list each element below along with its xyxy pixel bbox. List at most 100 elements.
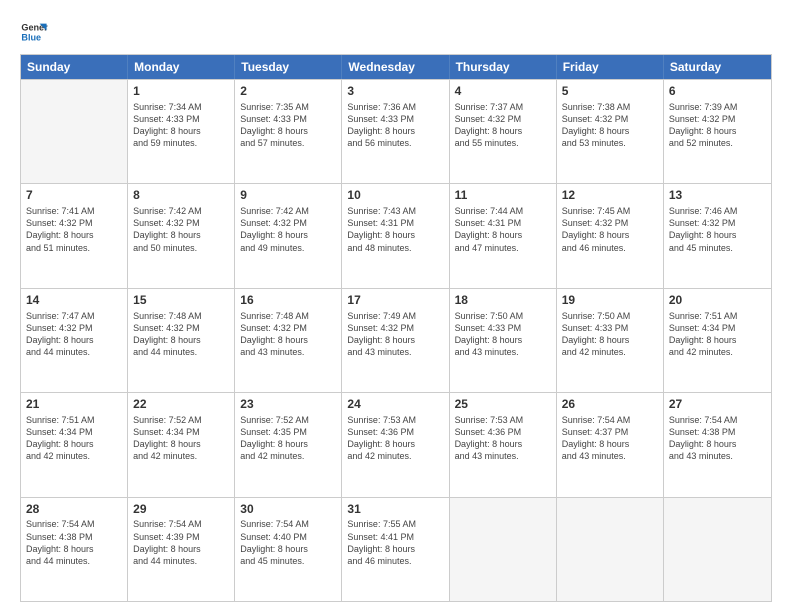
cell-info-line: Sunset: 4:35 PM [240, 426, 336, 438]
calendar-cell: 13Sunrise: 7:46 AMSunset: 4:32 PMDayligh… [664, 184, 771, 287]
cell-info-line: and 48 minutes. [347, 242, 443, 254]
header-day: Thursday [450, 55, 557, 79]
calendar-cell: 28Sunrise: 7:54 AMSunset: 4:38 PMDayligh… [21, 498, 128, 601]
cell-info-line: Daylight: 8 hours [669, 438, 766, 450]
cell-info-line: and 43 minutes. [669, 450, 766, 462]
cell-info-line: Sunset: 4:33 PM [240, 113, 336, 125]
svg-text:Blue: Blue [21, 32, 41, 42]
cell-info-line: Sunrise: 7:51 AM [669, 310, 766, 322]
cell-info-line: Daylight: 8 hours [562, 125, 658, 137]
cell-info-line: Sunrise: 7:47 AM [26, 310, 122, 322]
cell-info-line: Sunrise: 7:55 AM [347, 518, 443, 530]
day-number: 17 [347, 292, 443, 309]
cell-info-line: Sunrise: 7:54 AM [669, 414, 766, 426]
day-number: 27 [669, 396, 766, 413]
cell-info-line: and 44 minutes. [26, 555, 122, 567]
cell-info-line: Sunset: 4:32 PM [562, 217, 658, 229]
calendar-cell: 8Sunrise: 7:42 AMSunset: 4:32 PMDaylight… [128, 184, 235, 287]
cell-info-line: Sunset: 4:33 PM [133, 113, 229, 125]
calendar-cell: 22Sunrise: 7:52 AMSunset: 4:34 PMDayligh… [128, 393, 235, 496]
day-number: 7 [26, 187, 122, 204]
calendar-cell: 24Sunrise: 7:53 AMSunset: 4:36 PMDayligh… [342, 393, 449, 496]
calendar-cell [21, 80, 128, 183]
cell-info-line: and 52 minutes. [669, 137, 766, 149]
day-number: 29 [133, 501, 229, 518]
logo: General Blue [20, 18, 48, 46]
day-number: 14 [26, 292, 122, 309]
cell-info-line: Daylight: 8 hours [562, 229, 658, 241]
cell-info-line: Sunset: 4:32 PM [347, 322, 443, 334]
day-number: 24 [347, 396, 443, 413]
calendar-row: 1Sunrise: 7:34 AMSunset: 4:33 PMDaylight… [21, 79, 771, 183]
day-number: 16 [240, 292, 336, 309]
calendar-cell: 2Sunrise: 7:35 AMSunset: 4:33 PMDaylight… [235, 80, 342, 183]
cell-info-line: Daylight: 8 hours [669, 229, 766, 241]
cell-info-line: and 53 minutes. [562, 137, 658, 149]
cell-info-line: and 42 minutes. [347, 450, 443, 462]
cell-info-line: Daylight: 8 hours [455, 229, 551, 241]
cell-info-line: Sunrise: 7:39 AM [669, 101, 766, 113]
calendar-cell: 15Sunrise: 7:48 AMSunset: 4:32 PMDayligh… [128, 289, 235, 392]
calendar-body: 1Sunrise: 7:34 AMSunset: 4:33 PMDaylight… [21, 79, 771, 601]
cell-info-line: Sunset: 4:32 PM [26, 217, 122, 229]
calendar-cell: 23Sunrise: 7:52 AMSunset: 4:35 PMDayligh… [235, 393, 342, 496]
calendar-cell: 10Sunrise: 7:43 AMSunset: 4:31 PMDayligh… [342, 184, 449, 287]
cell-info-line: and 55 minutes. [455, 137, 551, 149]
cell-info-line: Daylight: 8 hours [562, 334, 658, 346]
calendar: SundayMondayTuesdayWednesdayThursdayFrid… [20, 54, 772, 602]
cell-info-line: and 46 minutes. [347, 555, 443, 567]
cell-info-line: Daylight: 8 hours [669, 334, 766, 346]
cell-info-line: Daylight: 8 hours [455, 334, 551, 346]
cell-info-line: Sunrise: 7:48 AM [133, 310, 229, 322]
cell-info-line: and 45 minutes. [240, 555, 336, 567]
calendar-cell: 11Sunrise: 7:44 AMSunset: 4:31 PMDayligh… [450, 184, 557, 287]
cell-info-line: Daylight: 8 hours [133, 125, 229, 137]
header-day: Friday [557, 55, 664, 79]
page: General Blue SundayMondayTuesdayWednesda… [0, 0, 792, 612]
cell-info-line: Sunrise: 7:44 AM [455, 205, 551, 217]
day-number: 4 [455, 83, 551, 100]
cell-info-line: and 42 minutes. [240, 450, 336, 462]
cell-info-line: Sunset: 4:36 PM [455, 426, 551, 438]
calendar-cell: 25Sunrise: 7:53 AMSunset: 4:36 PMDayligh… [450, 393, 557, 496]
cell-info-line: Daylight: 8 hours [133, 438, 229, 450]
cell-info-line: Daylight: 8 hours [455, 438, 551, 450]
cell-info-line: and 51 minutes. [26, 242, 122, 254]
day-number: 1 [133, 83, 229, 100]
calendar-cell: 4Sunrise: 7:37 AMSunset: 4:32 PMDaylight… [450, 80, 557, 183]
cell-info-line: Sunrise: 7:42 AM [240, 205, 336, 217]
cell-info-line: Sunrise: 7:45 AM [562, 205, 658, 217]
cell-info-line: Sunset: 4:32 PM [669, 217, 766, 229]
cell-info-line: and 44 minutes. [26, 346, 122, 358]
cell-info-line: and 43 minutes. [240, 346, 336, 358]
header-day: Monday [128, 55, 235, 79]
header-day: Tuesday [235, 55, 342, 79]
calendar-cell: 29Sunrise: 7:54 AMSunset: 4:39 PMDayligh… [128, 498, 235, 601]
cell-info-line: Sunrise: 7:36 AM [347, 101, 443, 113]
cell-info-line: Daylight: 8 hours [455, 125, 551, 137]
cell-info-line: Daylight: 8 hours [240, 229, 336, 241]
cell-info-line: Sunrise: 7:42 AM [133, 205, 229, 217]
cell-info-line: and 56 minutes. [347, 137, 443, 149]
day-number: 6 [669, 83, 766, 100]
cell-info-line: Sunrise: 7:48 AM [240, 310, 336, 322]
day-number: 5 [562, 83, 658, 100]
day-number: 13 [669, 187, 766, 204]
day-number: 28 [26, 501, 122, 518]
cell-info-line: Sunrise: 7:38 AM [562, 101, 658, 113]
calendar-row: 28Sunrise: 7:54 AMSunset: 4:38 PMDayligh… [21, 497, 771, 601]
top-section: General Blue [20, 18, 772, 46]
cell-info-line: Sunset: 4:32 PM [133, 217, 229, 229]
cell-info-line: Sunrise: 7:54 AM [562, 414, 658, 426]
calendar-cell: 6Sunrise: 7:39 AMSunset: 4:32 PMDaylight… [664, 80, 771, 183]
calendar-cell: 21Sunrise: 7:51 AMSunset: 4:34 PMDayligh… [21, 393, 128, 496]
cell-info-line: and 44 minutes. [133, 555, 229, 567]
cell-info-line: and 59 minutes. [133, 137, 229, 149]
calendar-row: 7Sunrise: 7:41 AMSunset: 4:32 PMDaylight… [21, 183, 771, 287]
cell-info-line: Sunrise: 7:46 AM [669, 205, 766, 217]
calendar-cell: 19Sunrise: 7:50 AMSunset: 4:33 PMDayligh… [557, 289, 664, 392]
day-number: 2 [240, 83, 336, 100]
cell-info-line: Sunset: 4:40 PM [240, 531, 336, 543]
calendar-cell: 18Sunrise: 7:50 AMSunset: 4:33 PMDayligh… [450, 289, 557, 392]
cell-info-line: and 47 minutes. [455, 242, 551, 254]
